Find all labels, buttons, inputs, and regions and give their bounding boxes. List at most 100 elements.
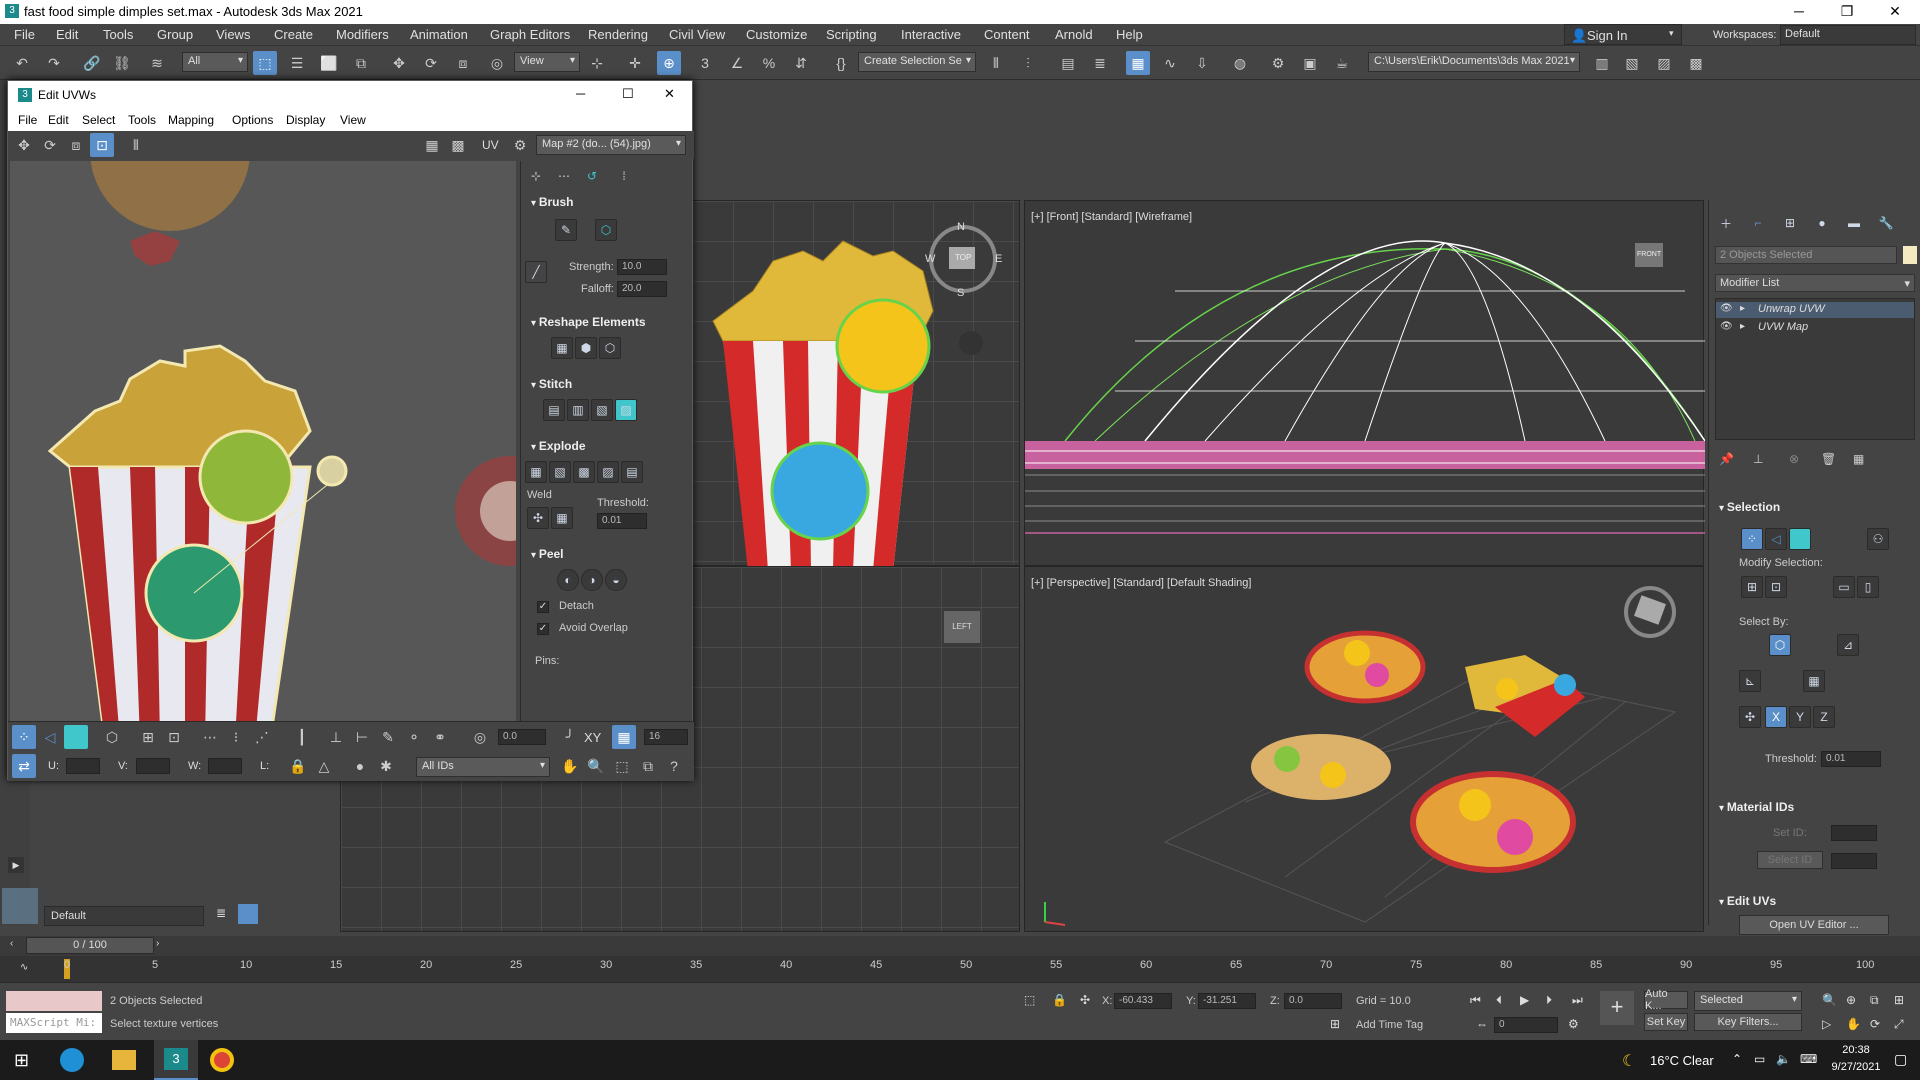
uv-menu-options[interactable]: Options bbox=[232, 113, 273, 127]
uv-align-vertical-icon[interactable]: ┃ bbox=[290, 725, 314, 749]
hierarchy-tab-icon[interactable]: ⊞ bbox=[1779, 212, 1801, 234]
pin-stack-icon[interactable]: 📌 bbox=[1719, 452, 1734, 466]
uv-menu-view[interactable]: View bbox=[340, 113, 366, 127]
edit-uvs-rollout-header[interactable]: Edit UVs bbox=[1709, 890, 1877, 912]
select-id-button[interactable]: Select ID bbox=[1757, 851, 1823, 869]
uv-grow-icon[interactable]: ⊞ bbox=[136, 725, 160, 749]
display-tab-icon[interactable]: ▬ bbox=[1843, 212, 1865, 234]
prev-frame-icon[interactable]: ‹ bbox=[10, 938, 13, 949]
eye-icon[interactable]: 👁 bbox=[1720, 321, 1733, 332]
stitch-custom-icon[interactable]: ▤ bbox=[543, 399, 565, 421]
brush-falloff-icon[interactable]: ╱ bbox=[525, 261, 547, 283]
select-by-smoothing-icon[interactable]: ▦ bbox=[1803, 670, 1825, 692]
zoom-region-icon[interactable]: ⬚ bbox=[610, 754, 634, 778]
uv-rotate-spinner[interactable]: 0.0 bbox=[498, 729, 546, 745]
uv-face-mode-icon[interactable] bbox=[64, 725, 88, 749]
axis-x-icon[interactable]: X bbox=[1765, 706, 1787, 728]
perspective-viewport[interactable]: [+] [Perspective] [Standard] [Default Sh… bbox=[1024, 566, 1704, 932]
clock-time[interactable]: 20:38 bbox=[1826, 1044, 1886, 1056]
selection-lock-icon[interactable]: 🔒 bbox=[1052, 993, 1067, 1007]
mirror-icon[interactable]: ⫴ bbox=[984, 51, 1008, 75]
placement-icon[interactable]: ◎ bbox=[485, 51, 509, 75]
map-dropdown[interactable]: Map #2 (do... (54).jpg) bbox=[536, 135, 686, 155]
uv-canvas[interactable] bbox=[10, 161, 516, 721]
set-id-spinner[interactable] bbox=[1831, 825, 1877, 841]
relax-element-icon[interactable]: ⬢ bbox=[575, 337, 597, 359]
uv-rotate-icon[interactable]: ⟳ bbox=[38, 133, 62, 157]
create-tab-icon[interactable]: ＋ bbox=[1715, 212, 1737, 234]
expand-arrow-icon[interactable]: ▸ bbox=[1740, 321, 1745, 332]
language-icon[interactable]: ⌨ bbox=[1800, 1052, 1817, 1066]
stitch-target-icon[interactable]: ▨ bbox=[615, 399, 637, 421]
filter-selected-icon[interactable]: ● bbox=[348, 754, 372, 778]
uv-align-v-icon[interactable]: ⊢ bbox=[350, 725, 374, 749]
weld-target-icon[interactable]: ✣ bbox=[527, 507, 549, 529]
uv-paint-select-icon[interactable]: ✎ bbox=[376, 725, 400, 749]
go-to-end-icon[interactable]: ⏭ bbox=[1572, 993, 1583, 1008]
selection-filter-dropdown[interactable]: All bbox=[182, 52, 248, 72]
uv-freeform-icon[interactable]: ⊡ bbox=[90, 133, 114, 157]
detach-checkbox[interactable]: ✓ bbox=[537, 601, 549, 613]
mini-curve-icon[interactable]: ∿ bbox=[20, 962, 28, 973]
threshold-spinner[interactable]: 0.01 bbox=[1821, 751, 1881, 767]
break-icon[interactable]: ▤ bbox=[621, 461, 643, 483]
uv-minimize-button[interactable]: ─ bbox=[576, 86, 585, 101]
stack-item-uvwmap[interactable]: 👁 ▸ UVW Map bbox=[1716, 320, 1914, 336]
face-select-icon[interactable] bbox=[1789, 528, 1811, 550]
isolate-icon[interactable]: ⬚ bbox=[1024, 993, 1035, 1007]
layer-explorer-icon[interactable]: ≣ bbox=[1088, 51, 1112, 75]
unlink-icon[interactable]: ⛓ bbox=[110, 51, 134, 75]
weather-text[interactable]: 16°C Clear bbox=[1650, 1053, 1714, 1068]
menu-civil-view[interactable]: Civil View bbox=[669, 27, 725, 42]
uv-menu-edit[interactable]: Edit bbox=[48, 113, 69, 127]
uv-shrink-icon[interactable]: ⊡ bbox=[162, 725, 186, 749]
object-color-swatch[interactable] bbox=[1903, 246, 1917, 264]
menu-customize[interactable]: Customize bbox=[746, 27, 807, 42]
lock-icon[interactable]: 🔒 bbox=[286, 754, 310, 778]
render-setup-icon[interactable]: ⚙ bbox=[1266, 51, 1290, 75]
edit-named-sel-icon[interactable]: {} bbox=[829, 51, 853, 75]
uv-menu-tools[interactable]: Tools bbox=[128, 113, 156, 127]
reset-peel-icon[interactable]: ◒ bbox=[605, 569, 627, 591]
set-key-button[interactable]: Set Key bbox=[1644, 1013, 1688, 1031]
ids-dropdown[interactable]: All IDs bbox=[416, 757, 550, 777]
render-icon[interactable]: ☕ bbox=[1330, 51, 1354, 75]
vertex-select-icon[interactable]: ⁘ bbox=[1741, 528, 1763, 550]
sign-in-dropdown[interactable]: 👤 Sign In ▾ bbox=[1564, 24, 1682, 45]
uv-move-icon[interactable]: ✥ bbox=[12, 133, 36, 157]
network-icon[interactable]: ▭ bbox=[1754, 1052, 1765, 1066]
uv-transform-mode-icon[interactable]: ⇄ bbox=[12, 754, 36, 778]
relax-icon[interactable]: ↺ bbox=[581, 165, 603, 187]
uv-grid-spinner[interactable]: 16 bbox=[644, 729, 688, 745]
auto-key-button[interactable]: Auto K... bbox=[1644, 988, 1688, 1012]
open-uv-editor-button[interactable]: Open UV Editor ... bbox=[1739, 915, 1889, 935]
select-id-spinner[interactable] bbox=[1831, 853, 1877, 869]
menu-animation[interactable]: Animation bbox=[410, 27, 468, 42]
top-left-viewport[interactable]: N S E W TOP bbox=[692, 200, 1020, 567]
axis-y-icon[interactable]: Y bbox=[1789, 706, 1811, 728]
v-field[interactable] bbox=[136, 758, 170, 774]
ref-coord-dropdown[interactable]: View bbox=[514, 52, 580, 72]
percent-snap-icon[interactable]: % bbox=[757, 51, 781, 75]
redo-icon[interactable]: ↷ bbox=[42, 51, 66, 75]
peel-rollout-header[interactable]: Peel bbox=[521, 543, 689, 565]
weather-moon-icon[interactable]: ☾ bbox=[1622, 1051, 1636, 1071]
track-bar[interactable]: ∿ 0 5 10 15 20 25 30 35 40 45 50 55 60 6… bbox=[0, 956, 1920, 982]
ribbon-icon[interactable]: ▦ bbox=[1126, 51, 1150, 75]
edge-select-icon[interactable]: ◁ bbox=[1765, 528, 1787, 550]
x-coord-field[interactable]: -60.433 bbox=[1114, 993, 1172, 1009]
expand-arrow-icon[interactable]: ▸ bbox=[1740, 303, 1745, 314]
zoom-icon[interactable]: 🔍 bbox=[584, 754, 608, 778]
current-frame-field[interactable]: 0 bbox=[1494, 1017, 1558, 1033]
select-by-name-icon[interactable]: ☰ bbox=[285, 51, 309, 75]
volume-icon[interactable]: 🔈 bbox=[1776, 1052, 1791, 1066]
next-key-icon[interactable]: ⏵ bbox=[1546, 993, 1552, 1008]
loop-selection-icon[interactable]: ▭ bbox=[1833, 576, 1855, 598]
play-icon[interactable]: ▶ bbox=[1520, 993, 1529, 1007]
maxscript-listener[interactable] bbox=[6, 991, 102, 1011]
uv-align-h-icon[interactable]: ⊥ bbox=[324, 725, 348, 749]
scale-icon[interactable]: ⧈ bbox=[451, 51, 475, 75]
project-folder-icon[interactable]: ▥ bbox=[1590, 51, 1614, 75]
break-by-polygon-icon[interactable]: ▩ bbox=[573, 461, 595, 483]
stack-item-unwrap[interactable]: 👁 ▸ Unwrap UVW bbox=[1716, 302, 1914, 318]
